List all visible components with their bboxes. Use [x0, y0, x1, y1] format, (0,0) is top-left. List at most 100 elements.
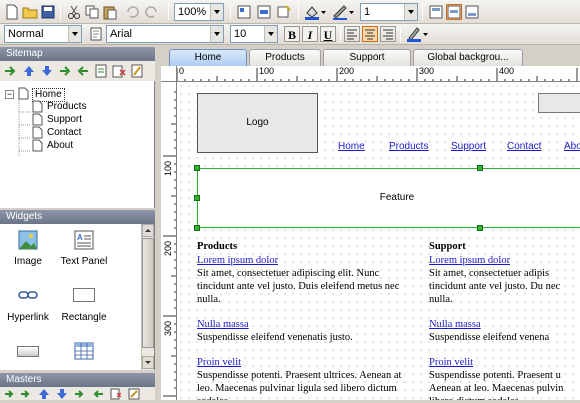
- tab-support[interactable]: Support: [323, 49, 411, 66]
- image-icon: [18, 230, 38, 250]
- col-products-heading: Products: [197, 241, 238, 252]
- scroll-thumb[interactable]: [142, 238, 154, 348]
- cut-icon[interactable]: [66, 4, 82, 20]
- sitemap-item-about[interactable]: About: [47, 140, 73, 152]
- col-support-link-1[interactable]: Lorem ipsum dolor: [429, 254, 510, 267]
- page-icon: [32, 139, 43, 152]
- widgets-scrollbar[interactable]: [141, 224, 154, 370]
- col-products-link-2[interactable]: Nulla massa: [197, 318, 249, 331]
- underline-button[interactable]: U: [320, 26, 336, 42]
- italic-button[interactable]: I: [302, 26, 318, 42]
- new-file-icon[interactable]: [4, 4, 20, 20]
- font-value: Arial: [110, 28, 133, 40]
- text-color-icon[interactable]: [406, 26, 422, 42]
- sitemap-toolbar: [0, 61, 155, 81]
- col-products-link-1[interactable]: Lorem ipsum dolor: [197, 254, 278, 267]
- resize-handle[interactable]: [194, 165, 200, 171]
- format-painter-icon[interactable]: [276, 4, 292, 20]
- button-shape-icon: [17, 346, 39, 357]
- col-support-link-3[interactable]: Proin velit: [429, 356, 473, 369]
- indent-icon[interactable]: [58, 64, 72, 78]
- sitemap-item-support[interactable]: Support: [47, 114, 82, 126]
- align-left-icon[interactable]: [344, 26, 360, 42]
- col-products-link-3[interactable]: Proin velit: [197, 356, 241, 369]
- resize-handle[interactable]: [477, 225, 483, 231]
- add-master-folder-icon[interactable]: [20, 388, 32, 400]
- text-color-dropdown-icon[interactable]: [422, 26, 430, 42]
- move-up-icon[interactable]: [22, 64, 36, 78]
- bold-button[interactable]: B: [284, 26, 300, 42]
- delete-master-icon[interactable]: [110, 388, 122, 400]
- undo-icon[interactable]: [124, 4, 140, 20]
- master-outdent-icon[interactable]: [92, 388, 104, 400]
- scroll-up-icon[interactable]: [142, 224, 154, 237]
- line-color-icon[interactable]: [332, 4, 348, 20]
- redo-icon[interactable]: [144, 4, 160, 20]
- style-editor-icon[interactable]: [88, 26, 104, 42]
- scroll-down-icon[interactable]: [142, 356, 154, 369]
- fill-color-icon[interactable]: [304, 4, 320, 20]
- add-page-icon[interactable]: [4, 64, 18, 78]
- resize-handle[interactable]: [477, 165, 483, 171]
- nav-link-home[interactable]: Home: [338, 140, 365, 153]
- collapse-toggle-icon[interactable]: −: [5, 90, 14, 99]
- page-style-icon[interactable]: [236, 4, 252, 20]
- widget-label: Hyperlink: [7, 312, 49, 323]
- font-size-select[interactable]: 10: [230, 25, 278, 43]
- open-folder-icon[interactable]: [22, 4, 38, 20]
- align-bottom-icon[interactable]: [464, 4, 480, 20]
- resize-handle[interactable]: [194, 225, 200, 231]
- align-top-icon[interactable]: [428, 4, 444, 20]
- outdent-icon[interactable]: [76, 64, 90, 78]
- sitemap-item-contact[interactable]: Contact: [47, 127, 81, 139]
- master-up-icon[interactable]: [38, 388, 50, 400]
- master-indent-icon[interactable]: [74, 388, 86, 400]
- widget-label: Text Panel: [60, 256, 108, 267]
- align-right-icon[interactable]: [380, 26, 396, 42]
- feature-label: Feature: [379, 192, 415, 203]
- align-center-icon[interactable]: [362, 26, 378, 42]
- nav-link-about[interactable]: Abo: [564, 140, 580, 153]
- zoom-select[interactable]: 100%: [174, 3, 224, 21]
- page-type-icon[interactable]: [94, 64, 108, 78]
- design-canvas[interactable]: Logo Home Products Support Contact Abo F…: [177, 82, 580, 400]
- align-middle-icon[interactable]: [446, 4, 462, 20]
- resize-handle[interactable]: [194, 195, 200, 201]
- hyperlink-icon: [18, 288, 38, 302]
- sitemap-item-products[interactable]: Products: [47, 101, 86, 113]
- move-down-icon[interactable]: [40, 64, 54, 78]
- tab-products[interactable]: Products: [249, 49, 321, 66]
- paste-icon[interactable]: [102, 4, 118, 20]
- format-toolbar: Normal Arial 10 B I U: [0, 24, 580, 45]
- master-down-icon[interactable]: [56, 388, 68, 400]
- rectangle-icon: [73, 288, 95, 302]
- page-layout-icon[interactable]: [256, 4, 272, 20]
- ruler-label: 400: [499, 66, 515, 76]
- tab-home[interactable]: Home: [169, 49, 247, 66]
- ruler-corner: [161, 66, 177, 82]
- line-dropdown-icon[interactable]: [348, 4, 356, 20]
- tab-global-background[interactable]: Global backgrou...: [413, 49, 523, 66]
- nav-link-support[interactable]: Support: [451, 140, 486, 153]
- header-box[interactable]: [538, 93, 580, 113]
- feature-box[interactable]: Feature: [197, 168, 580, 228]
- page-notes-icon[interactable]: [130, 64, 144, 78]
- font-select[interactable]: Arial: [106, 25, 224, 43]
- nav-link-contact[interactable]: Contact: [507, 140, 541, 153]
- style-select[interactable]: Normal: [4, 25, 82, 43]
- page-tabs: Home Products Support Global backgrou...: [161, 46, 580, 66]
- save-icon[interactable]: [40, 4, 56, 20]
- fill-dropdown-icon[interactable]: [320, 4, 328, 20]
- add-master-icon[interactable]: [4, 388, 16, 400]
- logo-placeholder[interactable]: Logo: [197, 93, 318, 153]
- tab-overflow: [525, 52, 580, 64]
- master-usage-icon[interactable]: [128, 388, 140, 400]
- col-support-heading: Support: [429, 241, 466, 252]
- delete-page-icon[interactable]: [112, 64, 126, 78]
- nav-link-products[interactable]: Products: [389, 140, 428, 153]
- widget-label: Rectangle: [61, 312, 107, 323]
- col-support-link-2[interactable]: Nulla massa: [429, 318, 481, 331]
- line-width-select[interactable]: 1: [360, 3, 418, 21]
- page-icon: [32, 100, 43, 113]
- copy-icon[interactable]: [84, 4, 100, 20]
